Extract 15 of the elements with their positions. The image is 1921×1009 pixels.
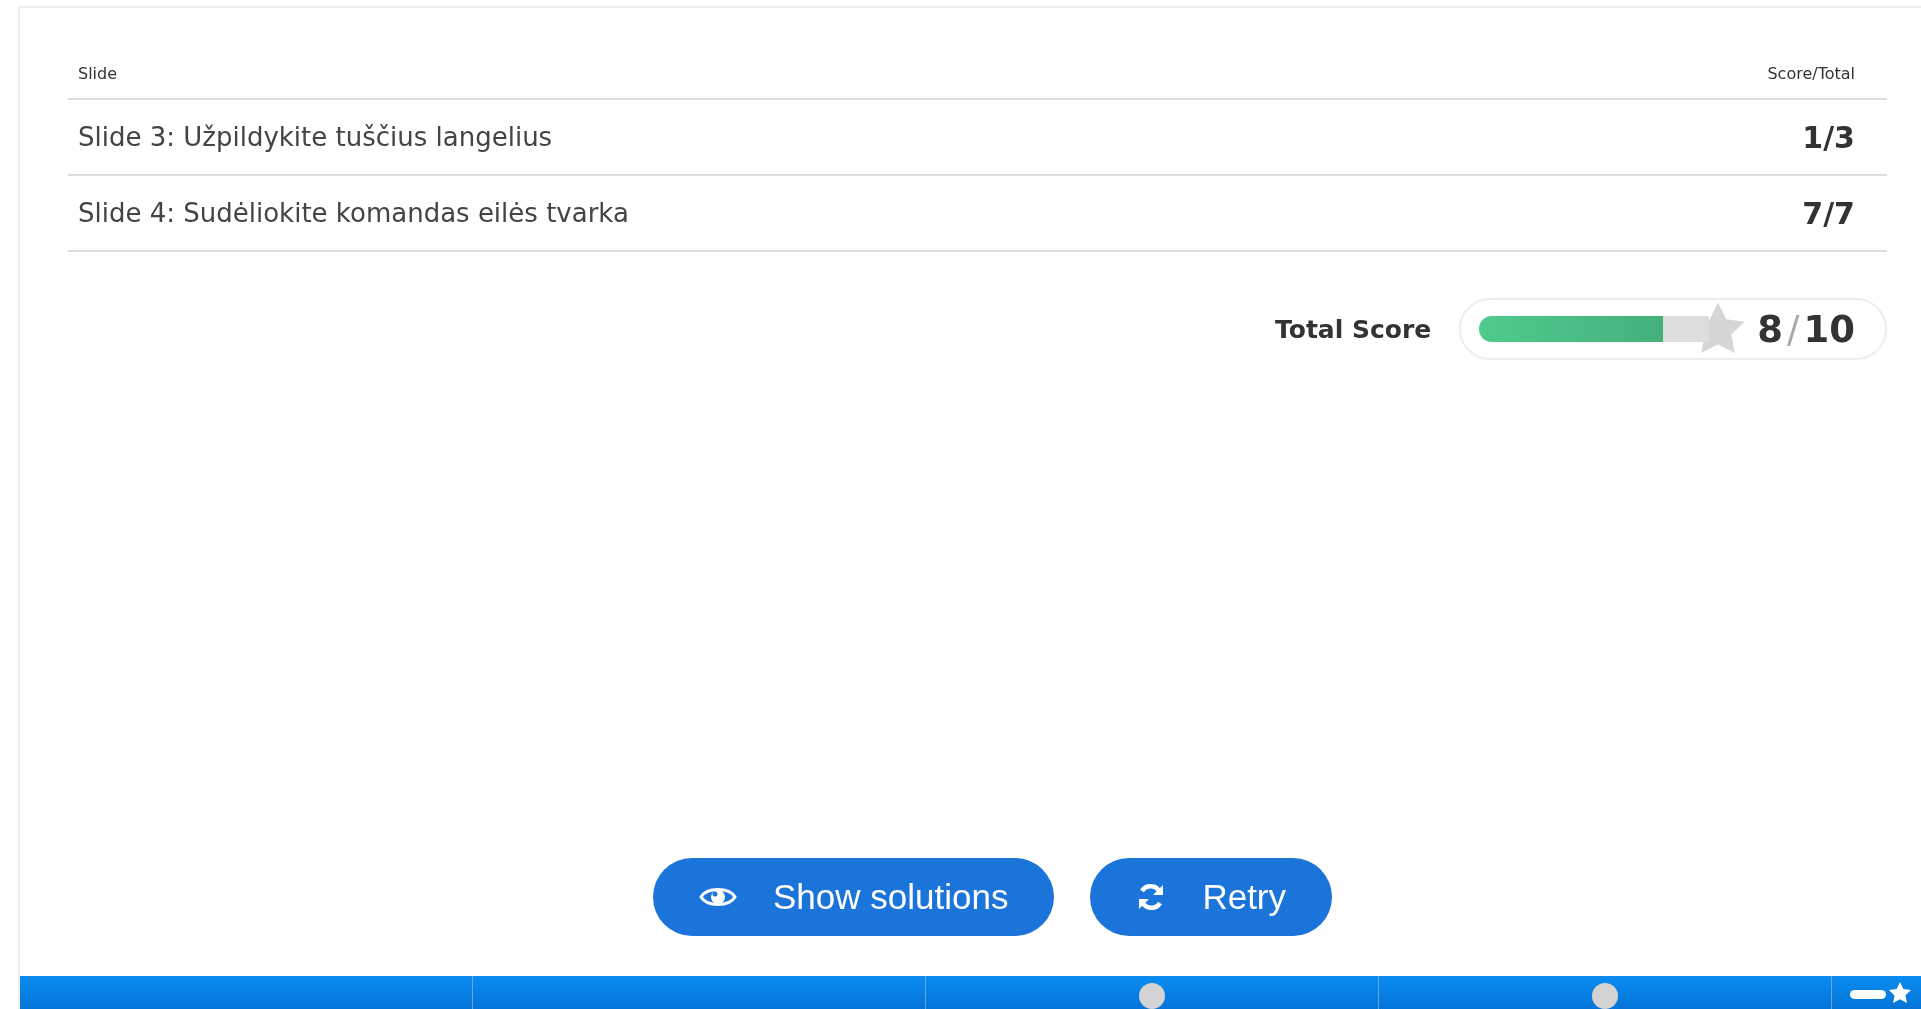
task-dot-icon [1139, 982, 1165, 1009]
slide-score: 1/3 [1802, 119, 1855, 155]
retry-button[interactable]: Retry [1090, 858, 1332, 936]
show-solutions-button[interactable]: Show solutions [652, 858, 1055, 936]
score-max: 10 [1803, 307, 1855, 351]
total-score-label: Total Score [1275, 314, 1432, 344]
column-header: Score/Total [1767, 63, 1855, 83]
slide-title: Slide 3: Užpildykite tuščius langelius [78, 122, 553, 152]
score-value: 8 [1757, 307, 1784, 351]
slide-title: Slide 4: Sudėliokite komandas eilės tvarka [78, 198, 629, 228]
task-dot-icon [1592, 982, 1618, 1009]
eye-icon [698, 885, 737, 909]
score-separator: / [1787, 307, 1800, 351]
slide-score: 7/7 [1802, 195, 1855, 231]
column-header: Slide [78, 63, 118, 83]
